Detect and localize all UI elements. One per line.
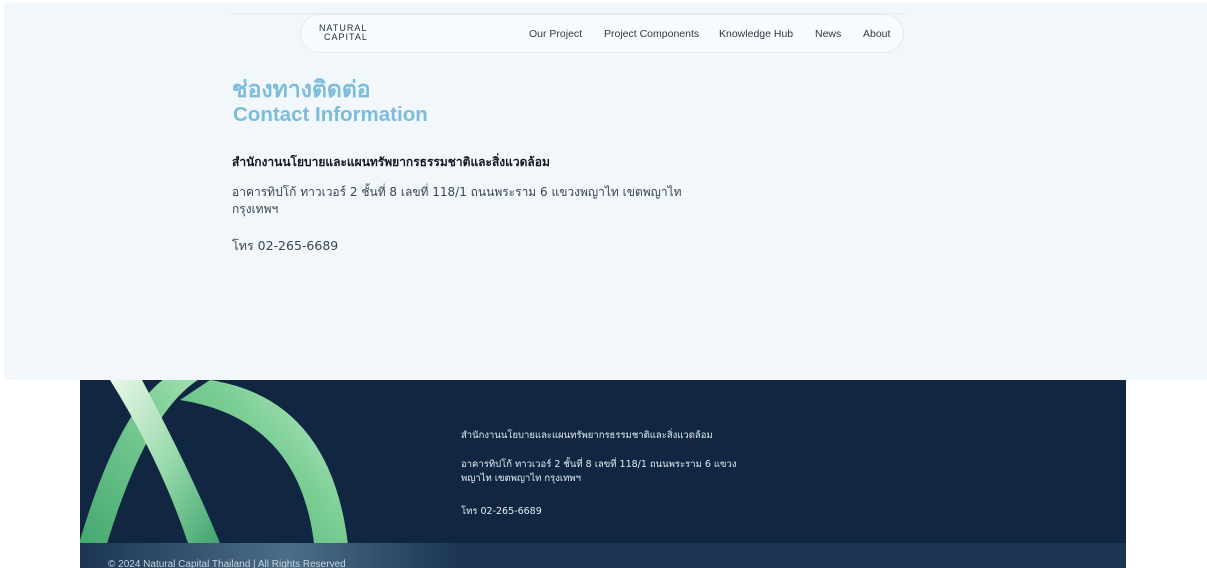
footer-organization-name: สำนักงานนโยบายและแผนทรัพยากรธรรมชาติและส… <box>461 430 713 441</box>
organization-name: สำนักงานนโยบายและแผนทรัพยากรธรรมชาติและส… <box>232 155 550 169</box>
nav-knowledge-hub[interactable]: Knowledge Hub <box>719 28 793 40</box>
nav-news[interactable]: News <box>815 28 841 40</box>
copyright-text: © 2024 Natural Capital Thailand | All Ri… <box>108 559 346 568</box>
address-text: อาคารทิปโก้ ทาวเวอร์ 2 ชั้นที่ 8 เลขที่ … <box>232 185 682 216</box>
decorative-arc-graphic <box>80 380 350 568</box>
natural-capital-logo[interactable]: NATURAL CAPITAL <box>319 24 379 46</box>
nav-project-components[interactable]: Project Components <box>604 28 699 40</box>
site-footer: สำนักงานนโยบายและแผนทรัพยากรธรรมชาติและส… <box>80 380 1126 568</box>
footer-address: อาคารทิปโก้ ทาวเวอร์ 2 ชั้นที่ 8 เลขที่ … <box>461 459 737 484</box>
phone-text: โทร 02-265-6689 <box>232 238 339 253</box>
nav-about[interactable]: About <box>863 28 890 40</box>
nav-our-project[interactable]: Our Project <box>529 28 582 40</box>
page-title-english: Contact Information <box>233 103 428 126</box>
footer-phone: โทร 02-265-6689 <box>461 506 542 517</box>
logo-line-2: CAPITAL <box>324 32 368 42</box>
top-navbar: NATURAL CAPITAL Our Project Project Comp… <box>300 14 904 53</box>
copyright-bar: © 2024 Natural Capital Thailand | All Ri… <box>80 543 1126 568</box>
